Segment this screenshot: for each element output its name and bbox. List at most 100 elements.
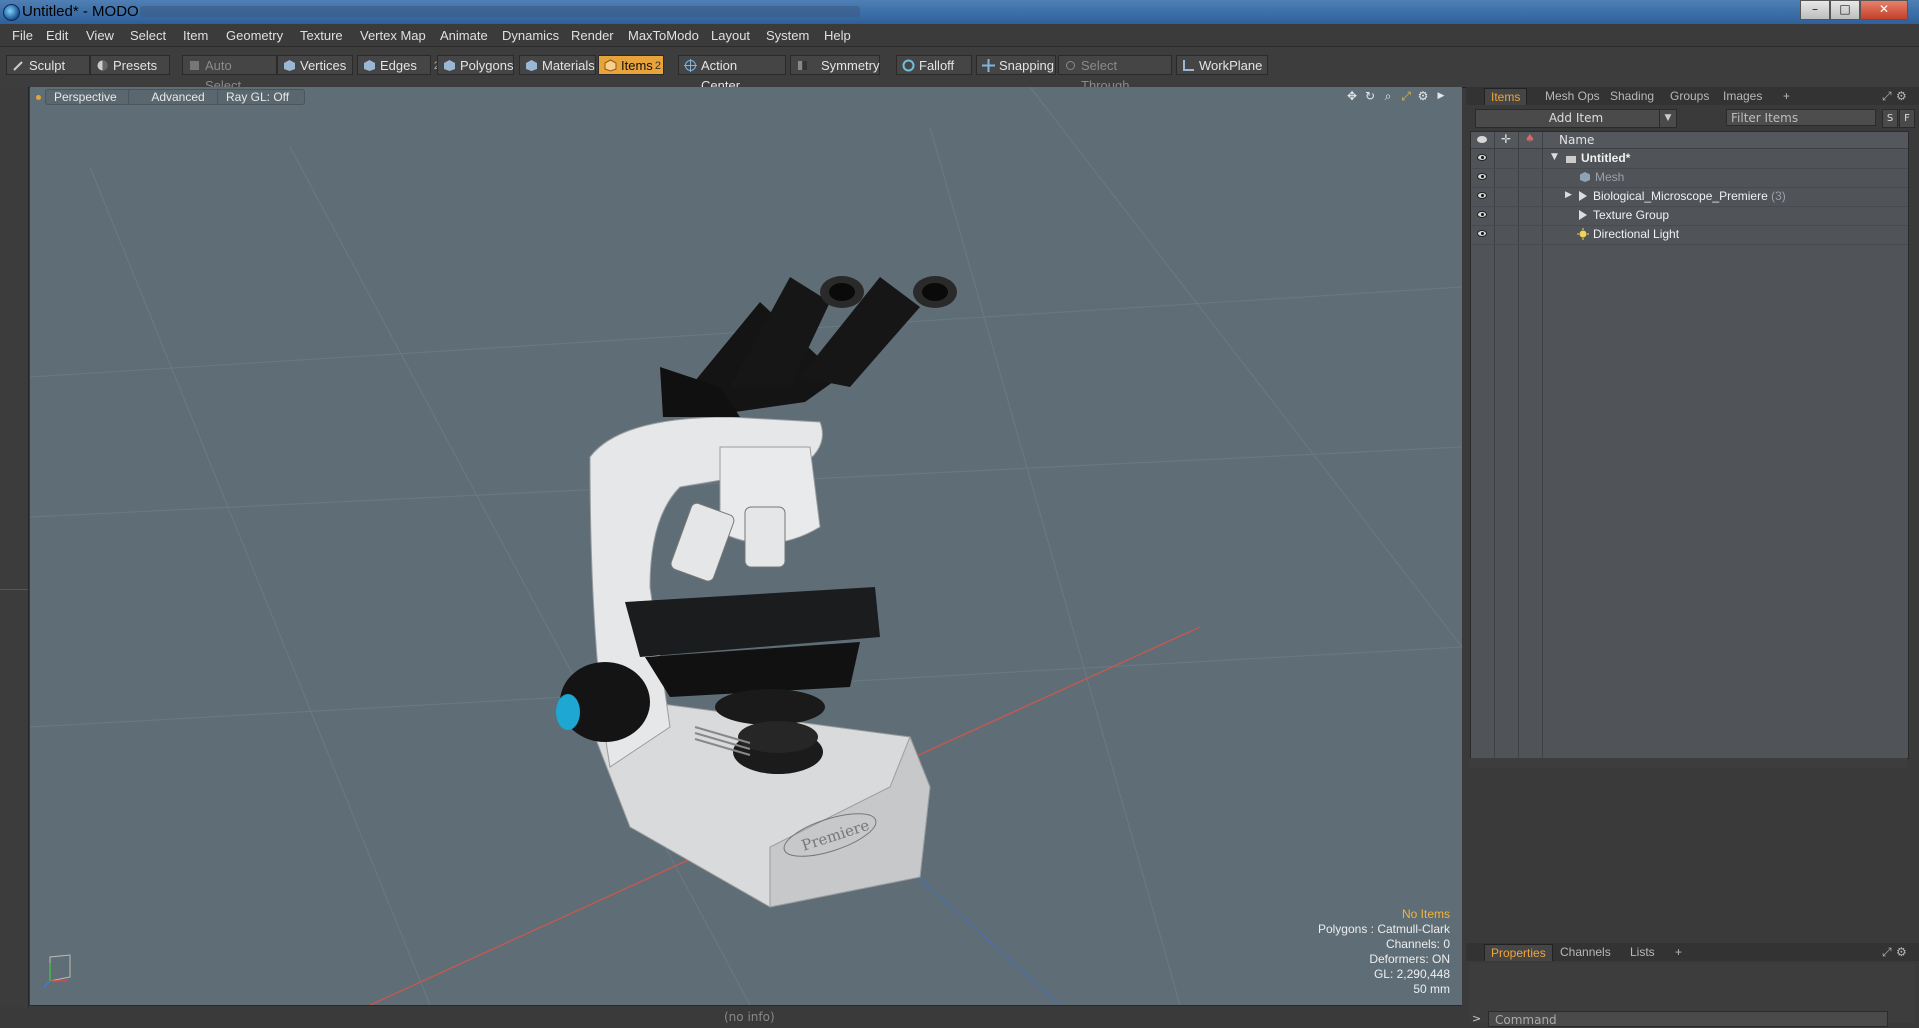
tab-images[interactable]: Images — [1717, 88, 1768, 104]
deformers-info: Deformers: ON — [1369, 952, 1450, 966]
f-filter-button[interactable]: F — [1899, 109, 1915, 128]
workplane-button[interactable]: WorkPlane — [1176, 55, 1268, 75]
presets-button[interactable]: Presets — [90, 55, 170, 75]
menu-geometry[interactable]: Geometry — [226, 28, 283, 43]
tab-groups[interactable]: Groups — [1664, 88, 1715, 104]
viewport-info-overlay: No Items Polygons : Catmull-Clark Channe… — [1318, 907, 1450, 997]
menu-select[interactable]: Select — [130, 28, 166, 43]
gl-info: GL: 2,290,448 — [1373, 967, 1450, 981]
menu-vertex-map[interactable]: Vertex Map — [360, 28, 426, 43]
close-button[interactable]: ✕ — [1860, 0, 1908, 20]
horizontal-scrollbar[interactable] — [1470, 758, 1907, 768]
mesh-icon — [1580, 172, 1590, 182]
menu-layout[interactable]: Layout — [711, 28, 750, 43]
menu-render[interactable]: Render — [571, 28, 614, 43]
tab-shading[interactable]: Shading — [1604, 88, 1660, 104]
menu-view[interactable]: View — [86, 28, 114, 43]
menu-item[interactable]: Item — [183, 28, 208, 43]
add-item-dropdown[interactable]: Add Item ▼ — [1475, 109, 1677, 128]
menu-animate[interactable]: Animate — [440, 28, 488, 43]
microscope-model: Premiere — [556, 276, 957, 908]
menu-file[interactable]: File — [12, 28, 33, 43]
viewport-menu-arrow-icon[interactable]: ▶ — [1434, 89, 1448, 103]
edges-icon — [364, 60, 375, 71]
menu-help[interactable]: Help — [824, 28, 851, 43]
vertices-icon — [284, 60, 295, 71]
symmetry-button[interactable]: Symmetry — [790, 55, 880, 75]
tab-lists[interactable]: Lists — [1624, 944, 1661, 960]
tab-mesh-ops[interactable]: Mesh Ops — [1539, 88, 1606, 104]
auto-select-button[interactable]: Auto Select — [182, 55, 277, 93]
selection-info: No Items — [1401, 907, 1450, 921]
command-input[interactable]: Command — [1488, 1011, 1888, 1027]
properties-gear-icon[interactable]: ⚙ — [1890, 944, 1913, 960]
viewport-dot-icon[interactable] — [36, 95, 41, 100]
lock-column-icon[interactable]: ✛ — [1501, 132, 1511, 146]
tab-add-properties[interactable]: + — [1669, 944, 1688, 960]
polygons-button[interactable]: Polygons — [437, 55, 514, 75]
polygons-icon — [444, 60, 455, 71]
tab-add[interactable]: + — [1777, 88, 1796, 104]
view-style-dropdown[interactable]: Advanced — [128, 89, 228, 105]
workplane-icon — [1183, 60, 1194, 71]
expand-arrow-icon[interactable]: ▼ — [1551, 152, 1558, 162]
action-center-button[interactable]: Action Center — [678, 55, 786, 93]
light-icon — [1577, 228, 1589, 240]
menu-edit[interactable]: Edit — [46, 28, 68, 43]
eye-icon[interactable] — [1477, 173, 1487, 180]
menu-maxtomodo[interactable]: MaxToModo — [628, 28, 699, 43]
render-column-icon[interactable]: ♠ — [1525, 132, 1535, 145]
select-through-button[interactable]: Select Through — [1058, 55, 1172, 93]
tab-channels[interactable]: Channels — [1554, 944, 1617, 960]
tree-row-directional-light[interactable]: Directional Light — [1471, 225, 1908, 245]
snapping-button[interactable]: Snapping — [976, 55, 1056, 75]
expand-arrow-icon[interactable]: ▶ — [1565, 190, 1572, 200]
minimize-button[interactable]: – — [1800, 0, 1830, 20]
menu-system[interactable]: System — [766, 28, 809, 43]
name-column-header[interactable]: Name — [1559, 133, 1594, 147]
title-bar: Untitled* - MODO – □ ✕ — [0, 0, 1919, 24]
crosshair-icon — [684, 59, 697, 72]
eye-icon[interactable] — [1477, 230, 1487, 237]
rotate-icon[interactable]: ↻ — [1363, 89, 1377, 103]
brush-icon — [13, 61, 23, 71]
tree-row-microscope[interactable]: ▶ Biological_Microscope_Premiere (3) — [1471, 187, 1908, 207]
menu-bar: File Edit View Select Item Geometry Text… — [0, 24, 1919, 47]
3d-viewport[interactable]: Premiere Perspective Advanced Ray GL: Of… — [30, 87, 1462, 1005]
properties-panel-tabs: Properties Channels Lists + ⤢ ⚙ — [1466, 943, 1919, 961]
visibility-column-icon[interactable] — [1477, 136, 1487, 143]
sculpt-button[interactable]: Sculpt — [6, 55, 90, 75]
maximize-button[interactable]: □ — [1830, 0, 1860, 20]
axis-gizmo-icon — [43, 954, 71, 988]
fit-icon[interactable]: ⤢ — [1399, 89, 1413, 103]
right-panel: Items Mesh Ops Shading Groups Images + ⤢… — [1466, 87, 1919, 1027]
menu-dynamics[interactable]: Dynamics — [502, 28, 559, 43]
filter-items-input[interactable]: Filter Items — [1726, 109, 1876, 126]
pan-icon[interactable]: ✥ — [1345, 89, 1359, 103]
items-button[interactable]: Items 2 — [598, 55, 664, 75]
panel-gear-icon[interactable]: ⚙ — [1890, 88, 1913, 104]
eye-icon[interactable] — [1477, 192, 1487, 199]
main-toolbar: Sculpt Presets Auto Select Vertices Edge… — [0, 47, 1919, 93]
materials-button[interactable]: Materials — [519, 55, 596, 75]
view-type-dropdown[interactable]: Perspective — [45, 89, 141, 105]
s-filter-button[interactable]: S — [1882, 109, 1898, 128]
tree-row-mesh[interactable]: Mesh — [1471, 168, 1908, 188]
menu-texture[interactable]: Texture — [300, 28, 343, 43]
falloff-button[interactable]: Falloff — [896, 55, 972, 75]
item-list: ✛ ♠ Name ▼ Untitled* Mesh ▶ Biological_M… — [1470, 131, 1909, 759]
tab-items[interactable]: Items — [1484, 88, 1528, 105]
channels-info: Channels: 0 — [1385, 937, 1450, 951]
eye-icon[interactable] — [1477, 154, 1487, 161]
zoom-icon[interactable]: ⌕ — [1381, 89, 1395, 103]
settings-gear-icon[interactable]: ⚙ — [1416, 89, 1430, 103]
eye-icon[interactable] — [1477, 211, 1487, 218]
modo-app-icon — [3, 4, 20, 21]
vertices-button[interactable]: Vertices — [277, 55, 353, 75]
auto-select-icon — [190, 61, 199, 70]
tab-properties[interactable]: Properties — [1484, 944, 1553, 961]
tree-row-scene[interactable]: ▼ Untitled* — [1471, 149, 1908, 169]
edges-button[interactable]: Edges 2 — [357, 55, 440, 75]
tree-row-texture-group[interactable]: Texture Group — [1471, 206, 1908, 226]
raygl-toggle[interactable]: Ray GL: Off — [217, 89, 305, 105]
